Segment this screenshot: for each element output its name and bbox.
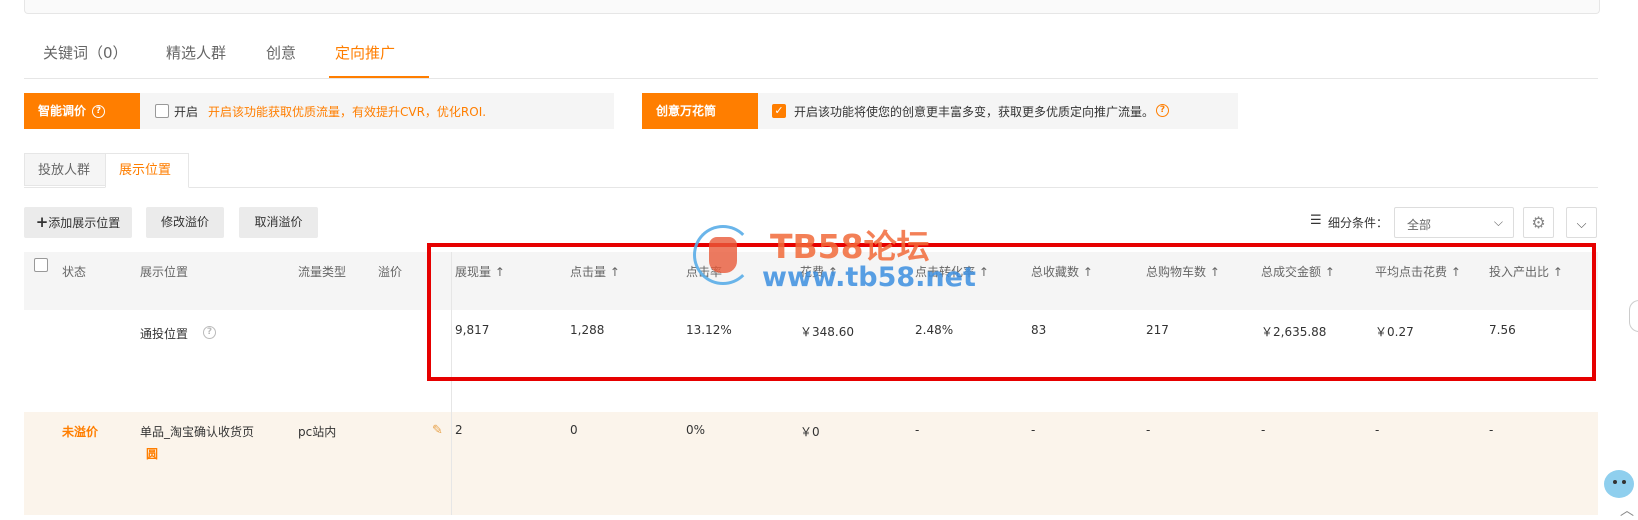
tab-targeting-crowd[interactable]: 投放人群 [24, 153, 106, 186]
row-carts: - [1146, 423, 1151, 437]
gear-icon: ⚙ [1531, 213, 1546, 232]
tab-selected-crowds[interactable]: 精选人群 [166, 36, 226, 70]
watermark-url: www.tb58.net [762, 262, 976, 293]
row-ctr: 0% [686, 423, 706, 437]
top-panel-edge [24, 0, 1600, 14]
col-traffic-type: 流量类型 [298, 265, 347, 279]
active-tab-underline [329, 76, 429, 78]
creative-kaleidoscope-panel: 创意万花筒 ✓ 开启该功能将使您的创意更丰富多变，获取更多优质定向推广流量。 ? [642, 93, 1238, 129]
creative-kaleidoscope-label: 创意万花筒 [642, 93, 758, 129]
watermark-title: TB58论坛 [770, 227, 930, 266]
add-position-label: 添加展示位置 [48, 216, 121, 230]
filter-select[interactable]: 全部 ⌵ [1394, 207, 1514, 238]
plus-icon: + [35, 213, 49, 231]
smart-bid-checkbox[interactable] [155, 104, 169, 118]
row-roi: - [1489, 423, 1494, 437]
row-cost: ￥0 [800, 425, 820, 439]
chevron-down-icon: ⌵ [1493, 215, 1503, 229]
row-traffic-type: pc站内 [298, 425, 337, 439]
expand-button[interactable]: ⌵ [1566, 207, 1597, 238]
row-cvr: - [915, 423, 920, 437]
tab-keywords[interactable]: 关键词（0） [43, 36, 128, 70]
highlight-annotation-box [427, 243, 1596, 381]
col-status: 状态 [62, 265, 87, 279]
chevron-down-icon: ⌵ [1576, 217, 1587, 232]
watermark-hand-icon [709, 237, 737, 273]
add-position-button[interactable]: +添加展示位置 [24, 207, 132, 238]
row-impressions: 2 [455, 423, 463, 437]
creative-kaleidoscope-description: 开启该功能将使您的创意更丰富多变，获取更多优质定向推广流量。 [794, 105, 1155, 119]
tab-creatives[interactable]: 创意 [266, 36, 296, 70]
filter-label: 细分条件： [1328, 216, 1389, 230]
smart-bid-label-text: 智能调价 [38, 104, 87, 118]
smart-bid-label: 智能调价? [24, 93, 140, 129]
smart-bid-panel: 智能调价? 开启 开启该功能获取优质流量，有效提升CVR，优化ROI. [24, 93, 614, 129]
tab-display-position[interactable]: 展示位置 [105, 153, 189, 188]
main-tabs: 关键词（0） 精选人群 创意 定向推广 [24, 28, 1598, 79]
smart-bid-toggle-label: 开启 [174, 105, 199, 119]
back-to-top-icon[interactable]: ︿ [1620, 500, 1634, 520]
col-position: 展示位置 [140, 265, 189, 279]
list-icon: ☰ [1310, 213, 1322, 228]
sub-tabs: 投放人群 展示位置 [24, 153, 1598, 188]
mascot-icon[interactable] [1604, 470, 1634, 498]
row-gmv: - [1261, 423, 1266, 437]
smart-bid-description: 开启该功能获取优质流量，有效提升CVR，优化ROI. [208, 105, 487, 119]
col-premium: 溢价 [378, 265, 403, 279]
row-position: 单品_淘宝确认收货页 [140, 425, 255, 439]
filter-select-value: 全部 [1407, 218, 1432, 232]
creative-kaleidoscope-checkbox[interactable]: ✓ [772, 104, 786, 118]
select-all-checkbox[interactable] [34, 258, 48, 272]
modify-premium-button[interactable]: 修改溢价 [146, 207, 224, 238]
row-position-badge: 圆 [146, 447, 159, 461]
row-clicks: 0 [570, 423, 578, 437]
pencil-icon[interactable]: ✎ [432, 423, 443, 438]
cancel-premium-button[interactable]: 取消溢价 [239, 207, 318, 238]
summary-position: 通投位置 [140, 327, 189, 341]
help-icon[interactable]: ? [92, 105, 106, 118]
side-float-button[interactable] [1629, 300, 1638, 332]
row-cpc: - [1375, 423, 1380, 437]
row-favorites: - [1031, 423, 1036, 437]
settings-button[interactable]: ⚙ [1523, 207, 1554, 238]
tab-targeted-promotion[interactable]: 定向推广 [335, 36, 395, 70]
help-icon[interactable]: ? [1156, 104, 1169, 117]
row-status: 未溢价 [62, 425, 99, 439]
help-icon[interactable]: ? [203, 326, 216, 339]
